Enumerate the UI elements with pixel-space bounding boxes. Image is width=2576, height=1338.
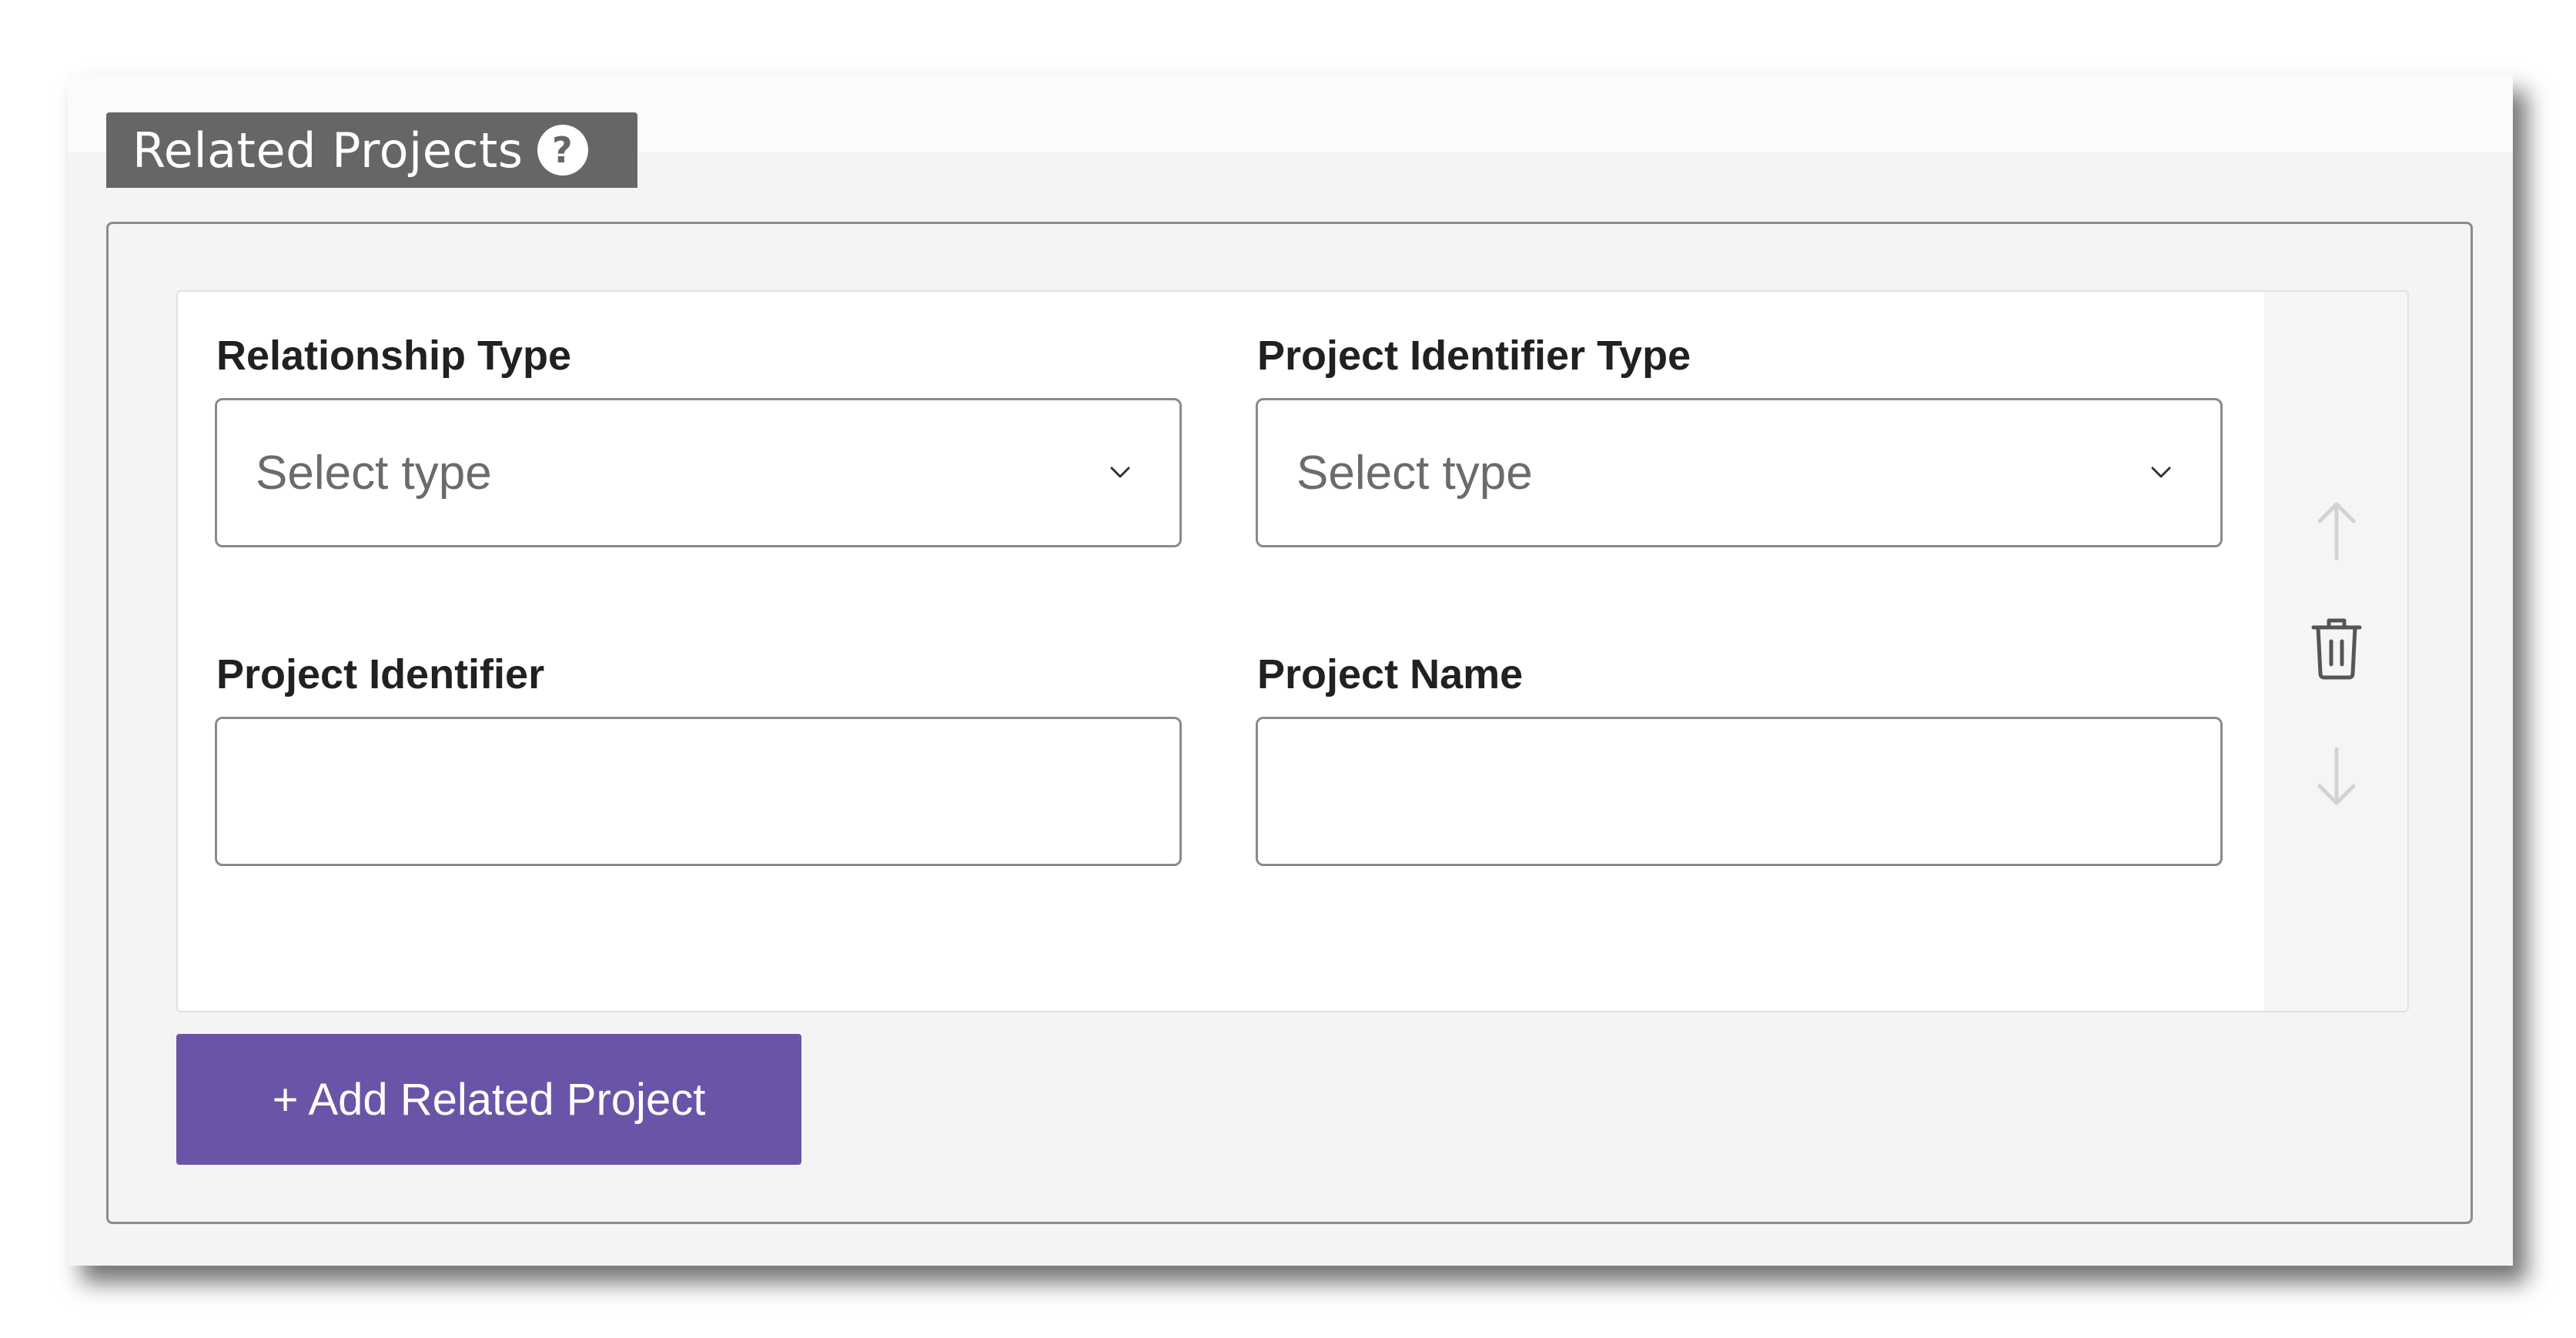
help-icon[interactable]: ? (537, 125, 588, 176)
project-identifier-type-value: Select type (1296, 446, 1533, 500)
project-identifier-label: Project Identifier (216, 651, 545, 697)
section-title: Related Projects (132, 122, 524, 179)
project-name-label: Project Name (1257, 651, 1524, 697)
project-name-input[interactable] (1256, 717, 2223, 866)
chevron-down-icon (1110, 467, 1130, 478)
trash-icon[interactable] (2310, 617, 2363, 680)
related-project-item: Relationship Type Select type Project Id… (176, 290, 2409, 1012)
arrow-up-icon[interactable] (2315, 500, 2358, 561)
related-projects-panel: Related Projects ? Relationship Type Sel… (68, 74, 2513, 1266)
relationship-type-value: Select type (256, 446, 492, 500)
section-header: Related Projects ? (106, 112, 637, 188)
arrow-down-icon[interactable] (2315, 746, 2358, 808)
related-projects-container: Relationship Type Select type Project Id… (106, 222, 2473, 1224)
relationship-type-label: Relationship Type (216, 333, 572, 379)
project-identifier-input[interactable] (215, 717, 1182, 866)
add-related-project-button[interactable]: + Add Related Project (176, 1034, 801, 1165)
relationship-type-select[interactable]: Select type (215, 398, 1182, 547)
item-actions-column (2264, 292, 2407, 1011)
project-identifier-type-select[interactable]: Select type (1256, 398, 2223, 547)
project-identifier-type-label: Project Identifier Type (1257, 333, 1691, 379)
chevron-down-icon (2151, 467, 2171, 478)
